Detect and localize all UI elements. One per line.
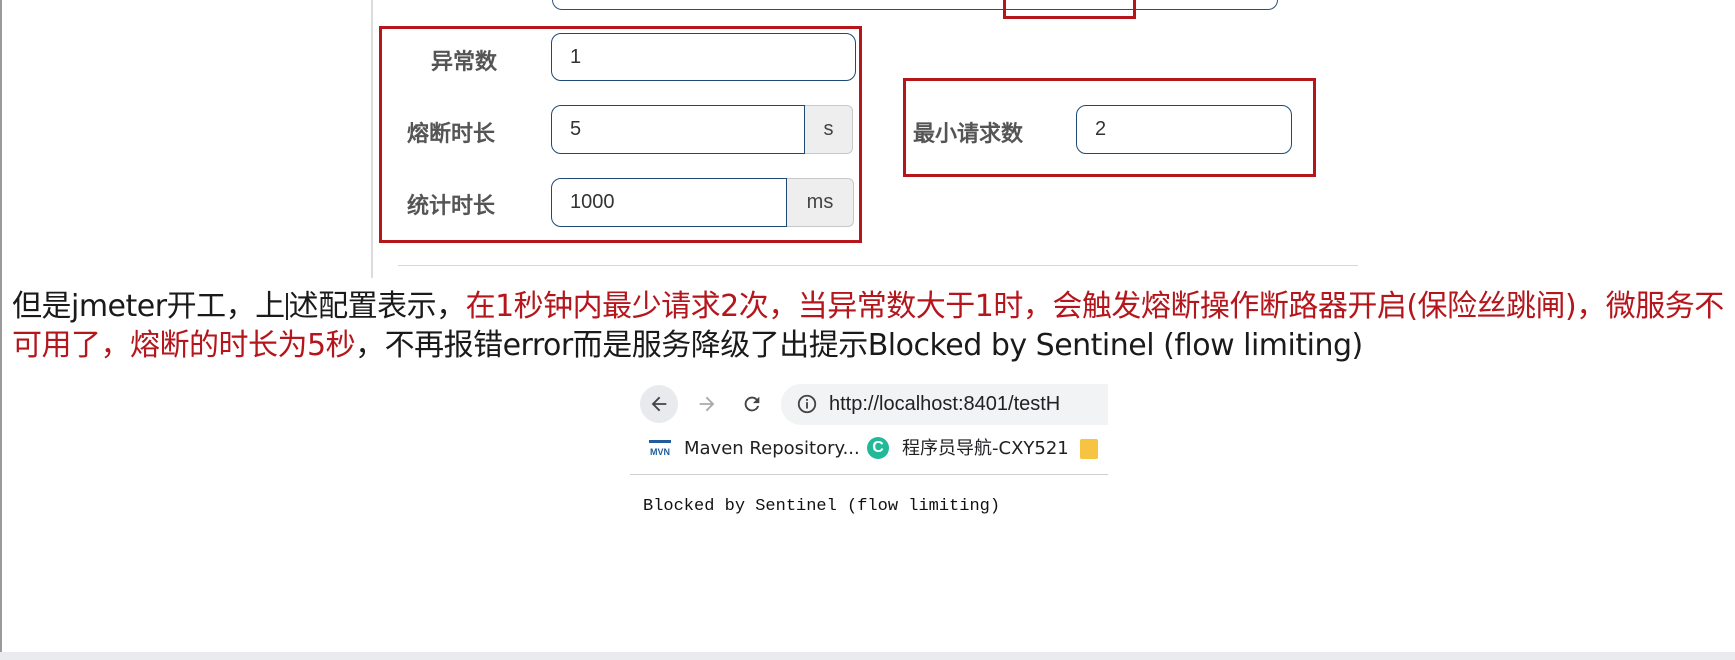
exception-count-input[interactable]: 1 — [551, 33, 856, 81]
break-duration-input[interactable]: 5 — [551, 105, 805, 154]
text-cursor-icon — [285, 293, 288, 320]
min-request-value: 2 — [1095, 118, 1107, 140]
exception-count-label: 异常数 — [431, 50, 498, 75]
stat-duration-value: 1000 — [570, 191, 615, 213]
folder-icon[interactable] — [1080, 439, 1098, 459]
bookmark-maven-repository[interactable]: Maven Repository... — [684, 435, 860, 463]
reload-icon — [744, 396, 760, 412]
info-icon[interactable] — [796, 393, 818, 415]
annotation-paragraph: 但是jmeter开工，上 述配置表示，在1秒钟内最少请求2次，当异常数大于1时，会… — [12, 287, 1724, 365]
back-button[interactable] — [640, 385, 678, 423]
svg-text:MVN: MVN — [650, 447, 670, 457]
min-request-label: 最小请求数 — [913, 122, 1024, 147]
forward-button[interactable] — [688, 385, 726, 423]
annotation-text-4: ，不再报错error而是服务降级了出提示Blocked by Sentinel … — [355, 328, 1363, 363]
stat-duration-unit: ms — [787, 178, 854, 227]
cropped-top-highlight-box — [1003, 0, 1136, 19]
bookmark-cxy521[interactable]: 程序员导航-CXY521 — [902, 435, 1069, 463]
panel-divider-vertical — [371, 0, 373, 278]
bottom-edge-bar — [0, 652, 1735, 660]
exception-count-value: 1 — [570, 45, 582, 68]
stat-duration-label: 统计时长 — [407, 194, 496, 219]
left-window-edge — [0, 0, 2, 660]
annotation-text-2: 述配置表示， — [288, 289, 467, 324]
c-logo-icon: C — [867, 437, 889, 459]
annotation-text-1: 但是jmeter开工，上 — [12, 289, 285, 324]
panel-divider-horizontal — [398, 265, 1358, 266]
bookmark-bar-divider — [630, 474, 1108, 475]
break-duration-label: 熔断时长 — [407, 122, 496, 147]
stat-duration-input[interactable]: 1000 — [551, 178, 787, 227]
reload-button[interactable] — [733, 385, 771, 423]
min-request-input[interactable]: 2 — [1076, 105, 1292, 154]
maven-icon: MVN — [649, 440, 671, 457]
break-duration-value: 5 — [570, 118, 582, 140]
cropped-top-input[interactable] — [552, 0, 1278, 10]
back-arrow-icon — [651, 396, 667, 412]
address-bar-url[interactable]: http://localhost:8401/testH — [829, 389, 1060, 419]
forward-arrow-icon — [699, 396, 715, 412]
blocked-message: Blocked by Sentinel (flow limiting) — [643, 497, 1001, 516]
break-duration-unit: s — [805, 105, 853, 154]
